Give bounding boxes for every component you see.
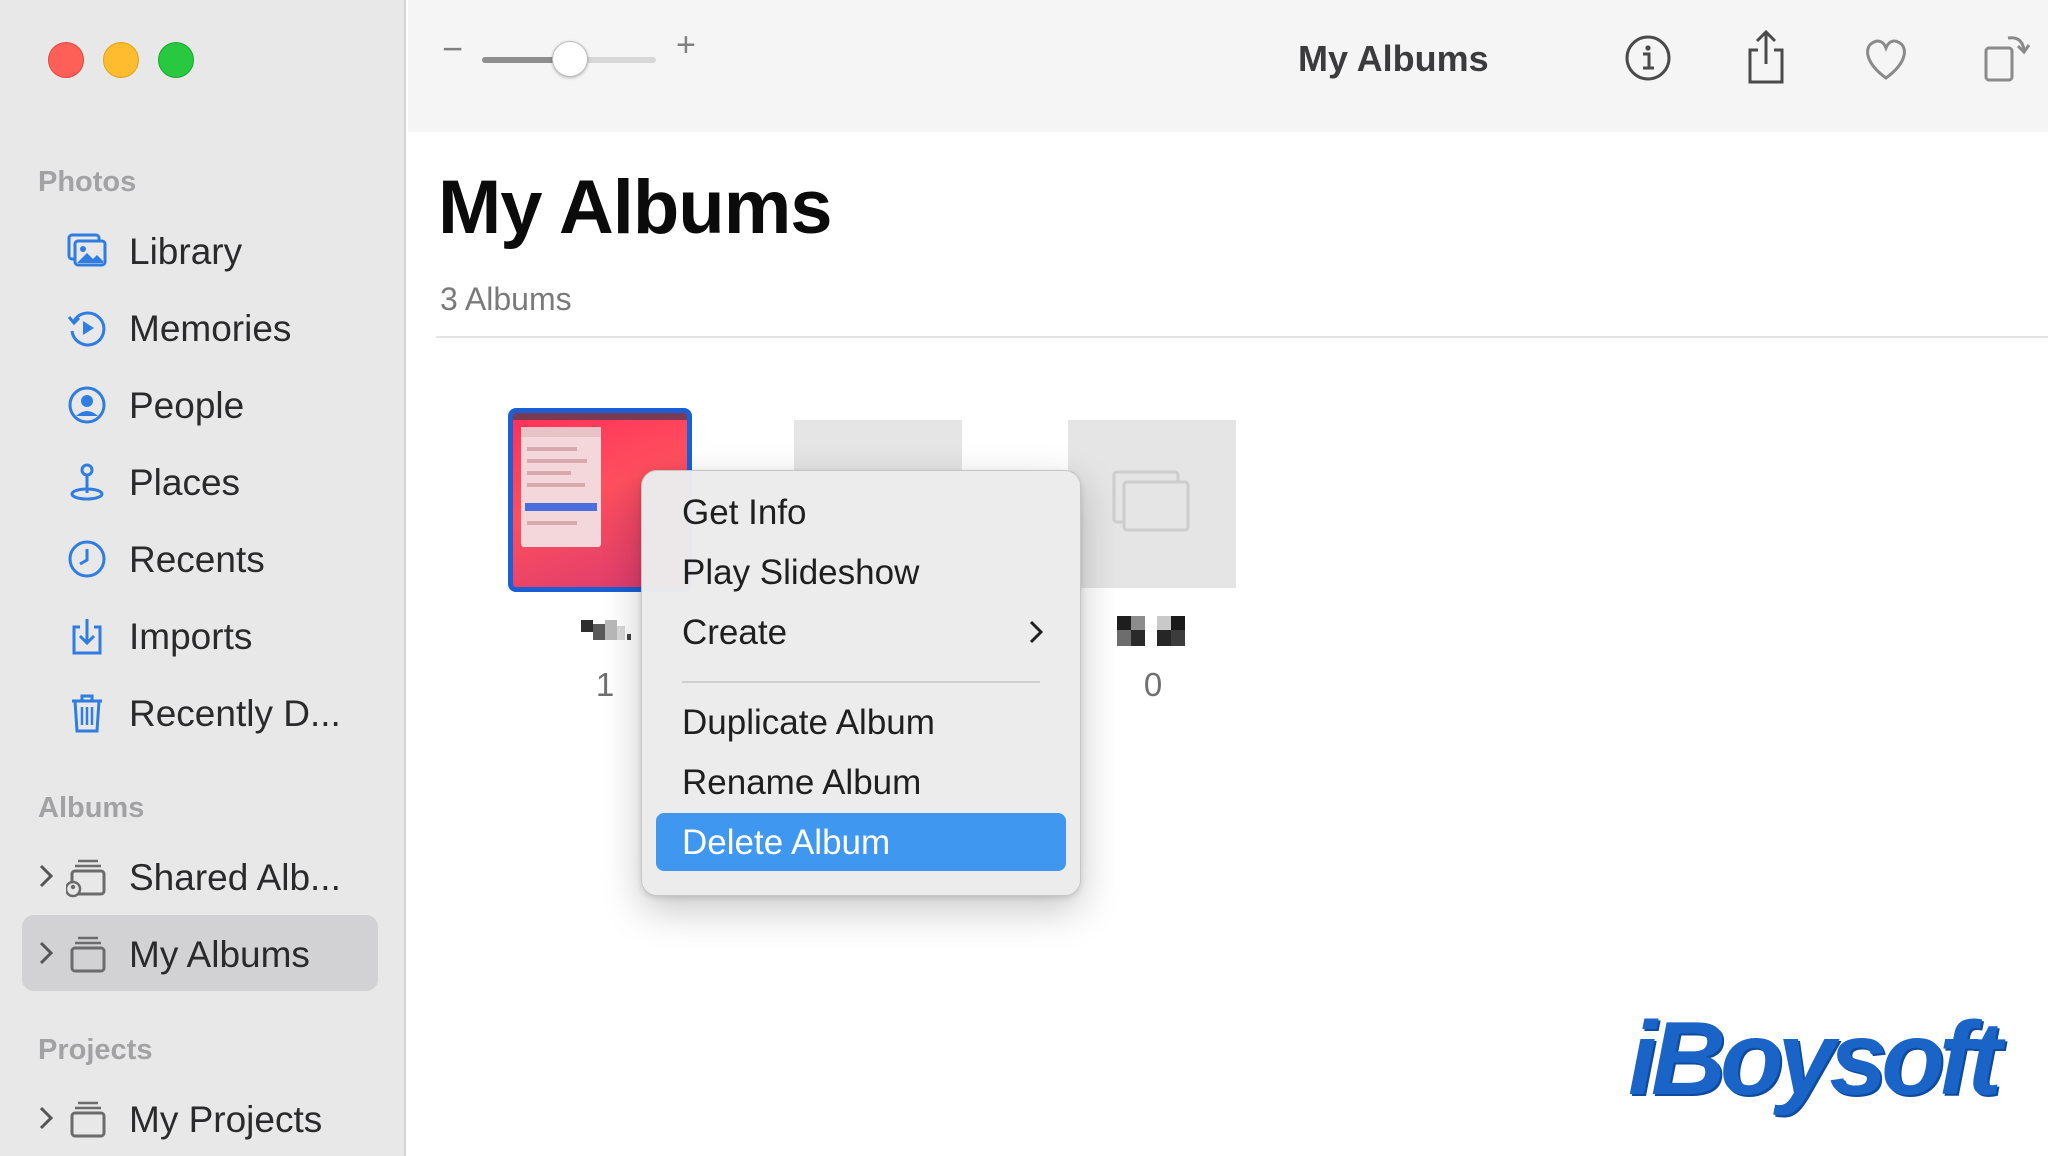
pixelated-text	[1113, 616, 1193, 646]
sidebar-item-my-projects[interactable]: My Projects	[22, 1080, 378, 1156]
shared-albums-icon	[66, 859, 106, 898]
toolbar: − + My Albums	[408, 0, 2048, 132]
chevron-right-icon[interactable]	[36, 1102, 56, 1134]
zoom-window-button[interactable]	[158, 42, 194, 78]
sidebar-section-photos: Photos	[38, 166, 137, 198]
zoom-in-button[interactable]: +	[676, 26, 696, 65]
sidebar-item-places[interactable]: Places	[22, 443, 378, 519]
context-menu: Get Info Play Slideshow Create Duplicate…	[641, 470, 1081, 896]
sidebar-item-label: People	[129, 385, 245, 426]
sidebar-section-albums: Albums	[38, 792, 145, 824]
album-name-obscured	[1068, 616, 1238, 654]
close-window-button[interactable]	[48, 42, 84, 78]
empty-album-icon	[1112, 470, 1190, 532]
menu-item-rename-album[interactable]: Rename Album	[656, 753, 1066, 811]
sidebar: Photos Library Memories People Places Re…	[0, 0, 406, 1156]
info-icon[interactable]	[1622, 28, 1674, 88]
watermark-logo: iBoysoft	[1628, 1001, 2002, 1117]
heart-icon[interactable]	[1860, 28, 1912, 88]
page-title: My Albums	[438, 165, 833, 250]
share-icon[interactable]	[1740, 28, 1792, 88]
sidebar-item-label: Imports	[129, 616, 253, 657]
places-icon	[70, 463, 104, 501]
sidebar-item-people[interactable]: People	[22, 366, 378, 442]
menu-item-delete-album[interactable]: Delete Album	[656, 813, 1066, 871]
sidebar-item-label: Recently D...	[129, 693, 341, 734]
library-icon	[67, 233, 107, 267]
sidebar-item-recents[interactable]: Recents	[22, 520, 378, 596]
projects-stack-icon	[70, 1101, 106, 1138]
pixelated-text	[565, 616, 645, 646]
header-divider	[436, 336, 2048, 338]
menu-item-duplicate-album[interactable]: Duplicate Album	[656, 693, 1066, 751]
albums-stack-icon	[70, 936, 106, 973]
zoom-out-button[interactable]: −	[442, 28, 463, 70]
memories-icon	[67, 311, 106, 347]
sidebar-item-label: Places	[129, 462, 241, 503]
chevron-right-icon[interactable]	[36, 860, 56, 892]
chevron-right-icon[interactable]	[36, 937, 56, 969]
chevron-right-icon	[1029, 620, 1044, 644]
menu-item-get-info[interactable]: Get Info	[656, 483, 1066, 541]
sidebar-item-my-albums[interactable]: My Albums	[22, 915, 378, 991]
zoom-slider[interactable]	[482, 41, 656, 77]
sidebar-item-imports[interactable]: Imports	[22, 597, 378, 673]
album-thumbnail[interactable]	[1068, 420, 1236, 588]
people-icon	[68, 386, 106, 424]
sidebar-item-label: Shared Alb...	[129, 857, 341, 898]
sidebar-section-projects: Projects	[38, 1034, 153, 1066]
album-photo-count: 0	[1143, 666, 1163, 703]
window-title: My Albums	[1298, 38, 1489, 79]
rotate-icon[interactable]	[1980, 28, 2032, 88]
sidebar-item-label: Memories	[129, 308, 292, 349]
zoom-slider-knob[interactable]	[552, 41, 588, 77]
menu-separator	[682, 681, 1040, 683]
sidebar-item-memories[interactable]: Memories	[22, 289, 378, 365]
sidebar-item-label: Recents	[129, 539, 265, 580]
menu-item-play-slideshow[interactable]: Play Slideshow	[656, 543, 1066, 601]
imports-icon	[72, 619, 102, 655]
trash-icon	[72, 694, 102, 733]
sidebar-item-library[interactable]: Library	[22, 212, 378, 288]
sidebar-item-label: My Albums	[129, 934, 310, 975]
sidebar-item-recently-deleted[interactable]: Recently D...	[22, 674, 378, 750]
album-count: 3 Albums	[440, 281, 572, 317]
minimize-window-button[interactable]	[103, 42, 139, 78]
sidebar-item-label: My Projects	[129, 1099, 323, 1140]
sidebar-item-shared-albums[interactable]: Shared Alb...	[22, 838, 378, 914]
recents-icon	[68, 540, 106, 578]
sidebar-item-label: Library	[129, 231, 243, 272]
menu-item-create[interactable]: Create	[656, 603, 1066, 661]
